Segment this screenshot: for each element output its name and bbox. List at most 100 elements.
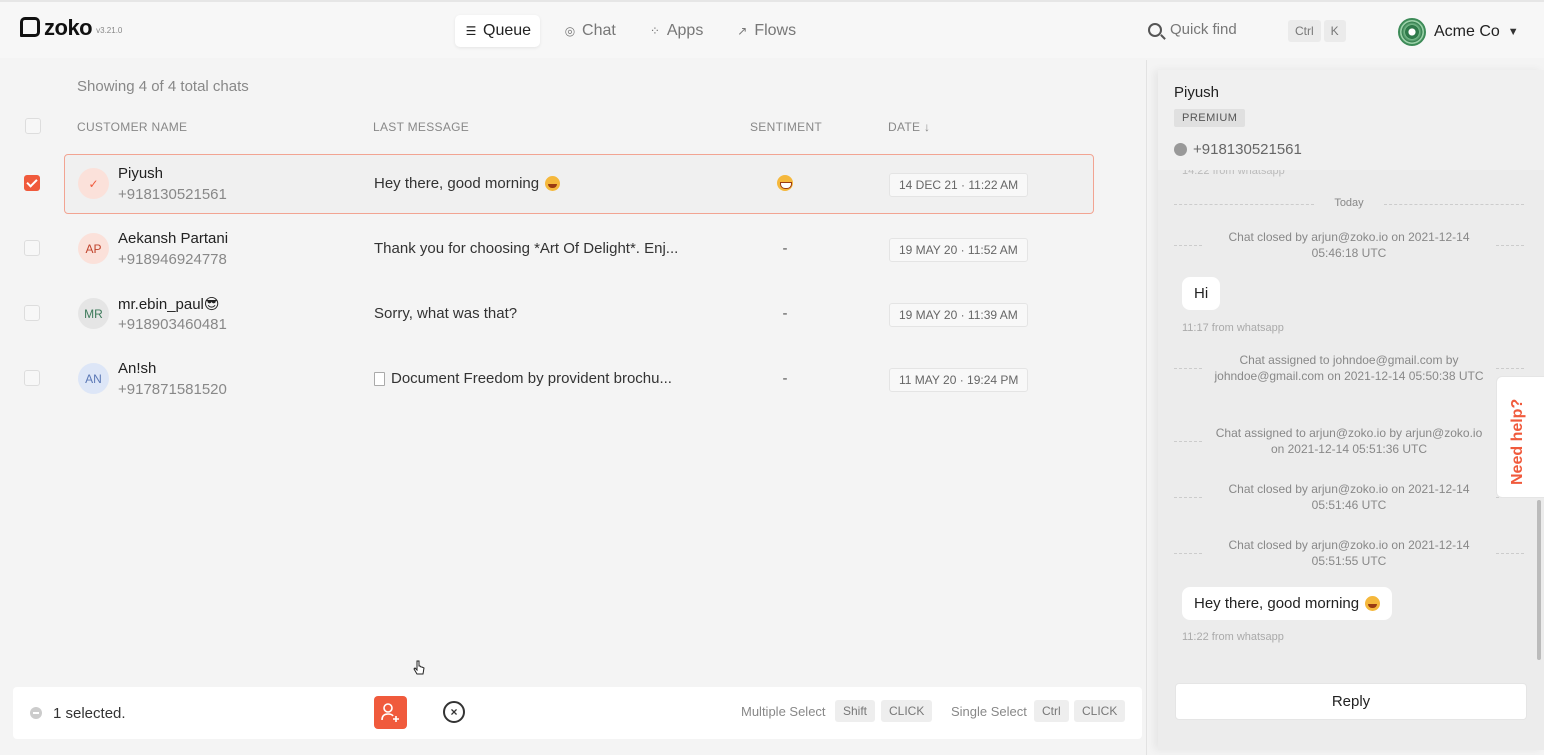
row-checkbox[interactable] bbox=[24, 175, 40, 191]
close-chat-icon: × bbox=[450, 705, 458, 719]
contact-phone: +918130521561 bbox=[1174, 141, 1302, 158]
need-help-tab[interactable]: Need help? bbox=[1496, 376, 1544, 498]
hand-cursor-icon bbox=[413, 660, 425, 675]
table-row[interactable]: AN An!sh +917871581520 Document Freedom … bbox=[0, 349, 1100, 409]
panel-divider bbox=[1146, 60, 1147, 755]
close-chat-button[interactable]: × bbox=[443, 701, 465, 723]
assign-chat-button[interactable] bbox=[374, 696, 407, 729]
message-bubble: Hi bbox=[1182, 277, 1221, 310]
system-event: Chat closed by arjun@zoko.io on 2021-12-… bbox=[1174, 481, 1524, 513]
nav-flows-label: Flows bbox=[754, 22, 797, 39]
kbd-k: K bbox=[1323, 20, 1346, 42]
contact-badge: PREMIUM bbox=[1174, 109, 1246, 127]
quick-find-label: Quick find bbox=[1170, 21, 1237, 38]
system-event: Chat assigned to johndoe@gmail.com by jo… bbox=[1174, 352, 1524, 384]
chat-date: 11 MAY 20 · 19:24 PM bbox=[889, 368, 1029, 392]
table-header: CUSTOMER NAME LAST MESSAGE SENTIMENT DAT… bbox=[0, 118, 1130, 138]
need-help-label: Need help? bbox=[1509, 398, 1526, 485]
grinning-emoji-icon bbox=[1365, 596, 1381, 611]
logo-icon bbox=[20, 17, 40, 37]
row-checkbox[interactable] bbox=[24, 305, 40, 321]
system-event-text: Chat closed by arjun@zoko.io on 2021-12-… bbox=[1228, 482, 1470, 512]
customer-phone: +917871581520 bbox=[118, 381, 227, 398]
quick-find-shortcut: Ctrl K bbox=[1288, 20, 1346, 42]
system-event-text: Chat closed by arjun@zoko.io on 2021-12-… bbox=[1228, 538, 1470, 568]
kbd-shift: Shift bbox=[835, 700, 876, 722]
message-text: Hey there, good morning bbox=[1194, 595, 1360, 612]
table-row[interactable]: MR mr.ebin_paul😎 +918903460481 Sorry, wh… bbox=[0, 284, 1100, 344]
col-last-message: LAST MESSAGE bbox=[373, 120, 470, 134]
single-select-hint: Single Select bbox=[951, 704, 1027, 719]
chevron-down-icon: ▼ bbox=[1507, 26, 1519, 38]
nav-queue[interactable]: ☰ Queue bbox=[455, 15, 541, 47]
search-icon bbox=[1148, 22, 1162, 37]
last-message: Hey there, good morning bbox=[374, 175, 561, 192]
day-separator: Today bbox=[1174, 197, 1524, 211]
message-meta: 11:17 from whatsapp bbox=[1182, 322, 1284, 334]
sentiment-happy-icon bbox=[776, 175, 794, 195]
sentiment: - bbox=[782, 370, 788, 387]
select-all-checkbox[interactable] bbox=[25, 118, 41, 134]
document-icon bbox=[374, 371, 385, 386]
nav-apps-label: Apps bbox=[666, 22, 704, 39]
sentiment: - bbox=[782, 240, 788, 257]
deselect-icon[interactable] bbox=[30, 707, 42, 719]
logo-text: zoko bbox=[44, 15, 93, 40]
system-event-text: Chat closed by arjun@zoko.io on 2021-12-… bbox=[1228, 230, 1470, 260]
customer-phone: +918946924778 bbox=[118, 251, 227, 268]
table-row[interactable]: ✓ Piyush +918130521561 Hey there, good m… bbox=[0, 154, 1100, 214]
flows-icon: ↗ bbox=[737, 24, 748, 38]
nav-flows[interactable]: ↗ Flows bbox=[726, 15, 805, 47]
system-event: Chat closed by arjun@zoko.io on 2021-12-… bbox=[1174, 537, 1524, 569]
chat-date: 19 MAY 20 · 11:52 AM bbox=[889, 238, 1028, 262]
last-message: Document Freedom by provident brochu... bbox=[374, 370, 672, 387]
col-customer-name: CUSTOMER NAME bbox=[77, 120, 188, 134]
nav-queue-label: Queue bbox=[483, 22, 532, 39]
nav-chat[interactable]: ◎ Chat bbox=[554, 15, 625, 47]
contact-phone-text: +918130521561 bbox=[1193, 141, 1302, 158]
message-meta: 11:22 from whatsapp bbox=[1182, 631, 1284, 643]
system-event: Chat assigned to arjun@zoko.io by arjun@… bbox=[1174, 425, 1524, 457]
kbd-ctrl: Ctrl bbox=[1288, 20, 1321, 42]
col-sentiment: SENTIMENT bbox=[750, 120, 823, 134]
avatar: AN bbox=[78, 363, 109, 394]
customer-phone: +918903460481 bbox=[118, 316, 227, 333]
panel-header: Piyush PREMIUM +918130521561 bbox=[1158, 70, 1544, 170]
multi-select-hint: Multiple Select bbox=[741, 704, 826, 719]
selected-count: 1 selected. bbox=[53, 705, 126, 722]
col-date[interactable]: DATE ↓ bbox=[888, 120, 930, 134]
last-message-text: Hey there, good morning bbox=[374, 175, 540, 192]
zoko-logo[interactable]: zoko v3.21.0 bbox=[20, 17, 122, 39]
assign-user-icon bbox=[381, 703, 399, 722]
account-logo-icon bbox=[1398, 18, 1426, 46]
message-text: Hi bbox=[1194, 285, 1209, 302]
sentiment: - bbox=[782, 305, 788, 322]
avatar: MR bbox=[78, 298, 109, 329]
row-checkbox[interactable] bbox=[24, 240, 40, 256]
avatar: AP bbox=[78, 233, 109, 264]
system-event-text: Chat assigned to johndoe@gmail.com by jo… bbox=[1214, 353, 1484, 383]
whatsapp-icon bbox=[1174, 143, 1187, 156]
quick-find[interactable]: Quick find bbox=[1148, 21, 1237, 38]
kbd-ctrl: Ctrl bbox=[1034, 700, 1069, 722]
message-bubble: Hey there, good morning bbox=[1182, 587, 1393, 620]
system-event: Chat closed by arjun@zoko.io on 2021-12-… bbox=[1174, 229, 1524, 261]
chat-preview-panel: 14:22 from whatsapp Piyush PREMIUM +9181… bbox=[1158, 70, 1544, 750]
customer-name: mr.ebin_paul😎 bbox=[118, 296, 220, 313]
kbd-click: CLICK bbox=[881, 700, 933, 722]
reply-button[interactable]: Reply bbox=[1175, 683, 1527, 720]
apps-icon: ⁘ bbox=[649, 24, 660, 38]
account-menu[interactable]: Acme Co ▼ bbox=[1398, 18, 1519, 46]
queue-icon: ☰ bbox=[465, 24, 477, 38]
last-message: Sorry, what was that? bbox=[374, 305, 518, 322]
last-message: Thank you for choosing *Art Of Delight*.… bbox=[374, 240, 679, 257]
row-checkbox[interactable] bbox=[24, 370, 40, 386]
customer-name: Piyush bbox=[118, 165, 164, 182]
contact-name: Piyush bbox=[1174, 84, 1220, 101]
selection-bar: 1 selected. × Multiple Select Shift CLIC… bbox=[13, 687, 1142, 739]
panel-scrollbar[interactable] bbox=[1537, 500, 1541, 660]
chat-icon: ◎ bbox=[564, 24, 576, 38]
system-event-text: Chat assigned to arjun@zoko.io by arjun@… bbox=[1215, 426, 1483, 456]
table-row[interactable]: AP Aekansh Partani +918946924778 Thank y… bbox=[0, 219, 1100, 279]
nav-apps[interactable]: ⁘ Apps bbox=[639, 15, 712, 47]
